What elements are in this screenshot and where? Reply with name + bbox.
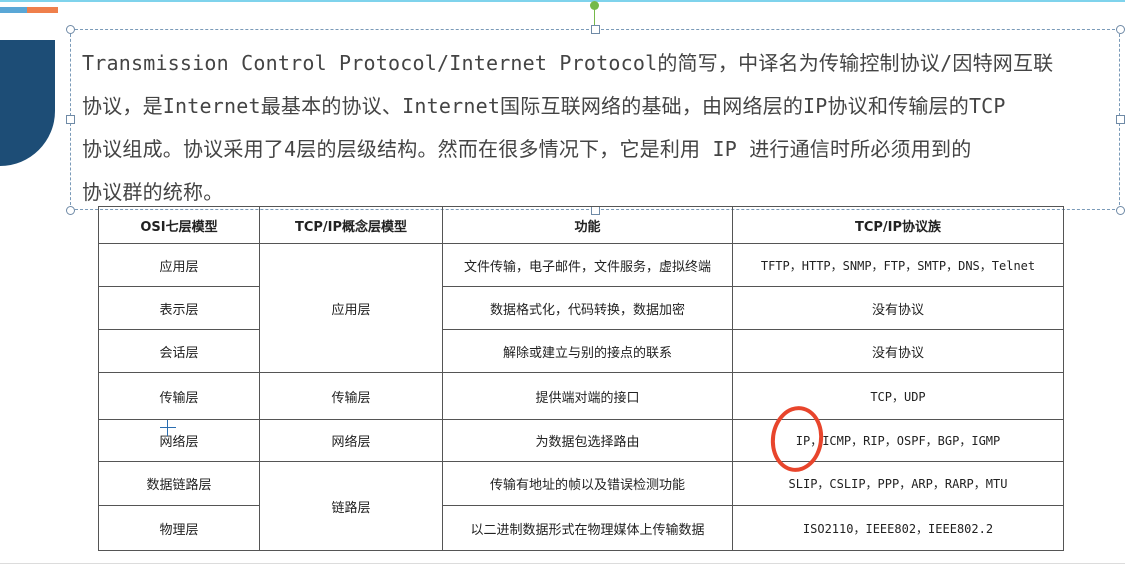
tcpip-layer-cell: 传输层 xyxy=(259,372,443,420)
header-function: 功能 xyxy=(442,206,733,244)
table-row: 会话层 解除或建立与别的接点的联系 没有协议 xyxy=(98,329,1064,373)
resize-handle-bottom-right[interactable] xyxy=(1116,206,1125,215)
function-cell: 解除或建立与别的接点的联系 xyxy=(442,329,733,373)
tcpip-layer-cell: 网络层 xyxy=(259,419,443,462)
resize-handle-top-left[interactable] xyxy=(66,25,75,34)
protocol-cell: 没有协议 xyxy=(732,329,1064,373)
osi-layer-cell: 传输层 xyxy=(98,372,260,420)
function-cell: 为数据包选择路由 xyxy=(442,419,733,462)
function-cell: 数据格式化，代码转换，数据加密 xyxy=(442,286,733,330)
tcpip-description-paragraph[interactable]: Transmission Control Protocol/Internet P… xyxy=(82,42,1112,214)
osi-layer-cell: 表示层 xyxy=(98,286,260,330)
table-row: 网络层 网络层 为数据包选择路由 IP，ICMP，RIP，OSPF，BGP，IG… xyxy=(98,419,1064,462)
paragraph-line: Transmission Control Protocol/Internet P… xyxy=(82,51,1054,75)
osi-layer-cell: 会话层 xyxy=(98,329,260,373)
resize-handle-right[interactable] xyxy=(1116,115,1125,124)
resize-handle-left[interactable] xyxy=(66,115,75,124)
function-cell: 传输有地址的帧以及错误检测功能 xyxy=(442,461,733,506)
osi-layer-cell: 网络层 xyxy=(98,419,260,462)
slide-accent-bar-orange xyxy=(27,7,58,13)
table-row: 应用层 应用层 文件传输，电子邮件，文件服务，虚拟终端 TFTP，HTTP，SN… xyxy=(98,243,1064,373)
protocol-cell: SLIP，CSLIP，PPP，ARP，RARP，MTU xyxy=(732,461,1064,506)
resize-handle-top[interactable] xyxy=(591,25,600,34)
header-osi-model: OSI七层模型 xyxy=(98,206,260,244)
slide-accent-bar-blue xyxy=(0,7,27,13)
osi-layer-cell: 应用层 xyxy=(98,243,260,287)
bottom-divider xyxy=(0,563,1125,564)
protocol-cell: TFTP，HTTP，SNMP，FTP，SMTP，DNS，Telnet xyxy=(732,243,1064,287)
table-row: 物理层 以二进制数据形式在物理媒体上传输数据 ISO2110，IEEE802，I… xyxy=(98,505,1064,551)
header-tcpip-model: TCP/IP概念层模型 xyxy=(259,206,443,244)
table-row: 表示层 数据格式化，代码转换，数据加密 没有协议 xyxy=(98,286,1064,330)
function-cell: 以二进制数据形式在物理媒体上传输数据 xyxy=(442,505,733,551)
table-row: 传输层 传输层 提供端对端的接口 TCP，UDP xyxy=(98,372,1064,420)
resize-handle-top-right[interactable] xyxy=(1116,25,1125,34)
osi-tcpip-comparison-table[interactable]: OSI七层模型 TCP/IP概念层模型 功能 TCP/IP协议族 应用层 应用层… xyxy=(98,206,1064,551)
paragraph-line: 协议，是Internet最基本的协议、Internet国际互联网络的基础，由网络… xyxy=(82,94,1006,118)
function-cell: 提供端对端的接口 xyxy=(442,372,733,420)
protocol-cell: ISO2110，IEEE802，IEEE802.2 xyxy=(732,505,1064,551)
osi-layer-cell: 物理层 xyxy=(98,505,260,551)
table-row: 数据链路层 链路层 传输有地址的帧以及错误检测功能 SLIP，CSLIP，PPP… xyxy=(98,461,1064,551)
header-protocol-suite: TCP/IP协议族 xyxy=(732,206,1064,244)
tcpip-layer-cell: 应用层 xyxy=(259,243,443,373)
rotation-handle[interactable] xyxy=(590,1,599,10)
protocol-cell: 没有协议 xyxy=(732,286,1064,330)
top-border-line xyxy=(0,0,1125,2)
section-badge: 议 xyxy=(0,40,55,166)
osi-layer-cell: 数据链路层 xyxy=(98,461,260,506)
move-cursor-icon xyxy=(160,420,176,436)
resize-handle-bottom-left[interactable] xyxy=(66,206,75,215)
function-cell: 文件传输，电子邮件，文件服务，虚拟终端 xyxy=(442,243,733,287)
table-header-row: OSI七层模型 TCP/IP概念层模型 功能 TCP/IP协议族 xyxy=(98,206,1064,244)
tcpip-layer-cell: 链路层 xyxy=(259,461,443,551)
paragraph-line: 协议组成。协议采用了4层的层级结构。然而在很多情况下，它是利用 IP 进行通信时… xyxy=(82,137,972,161)
